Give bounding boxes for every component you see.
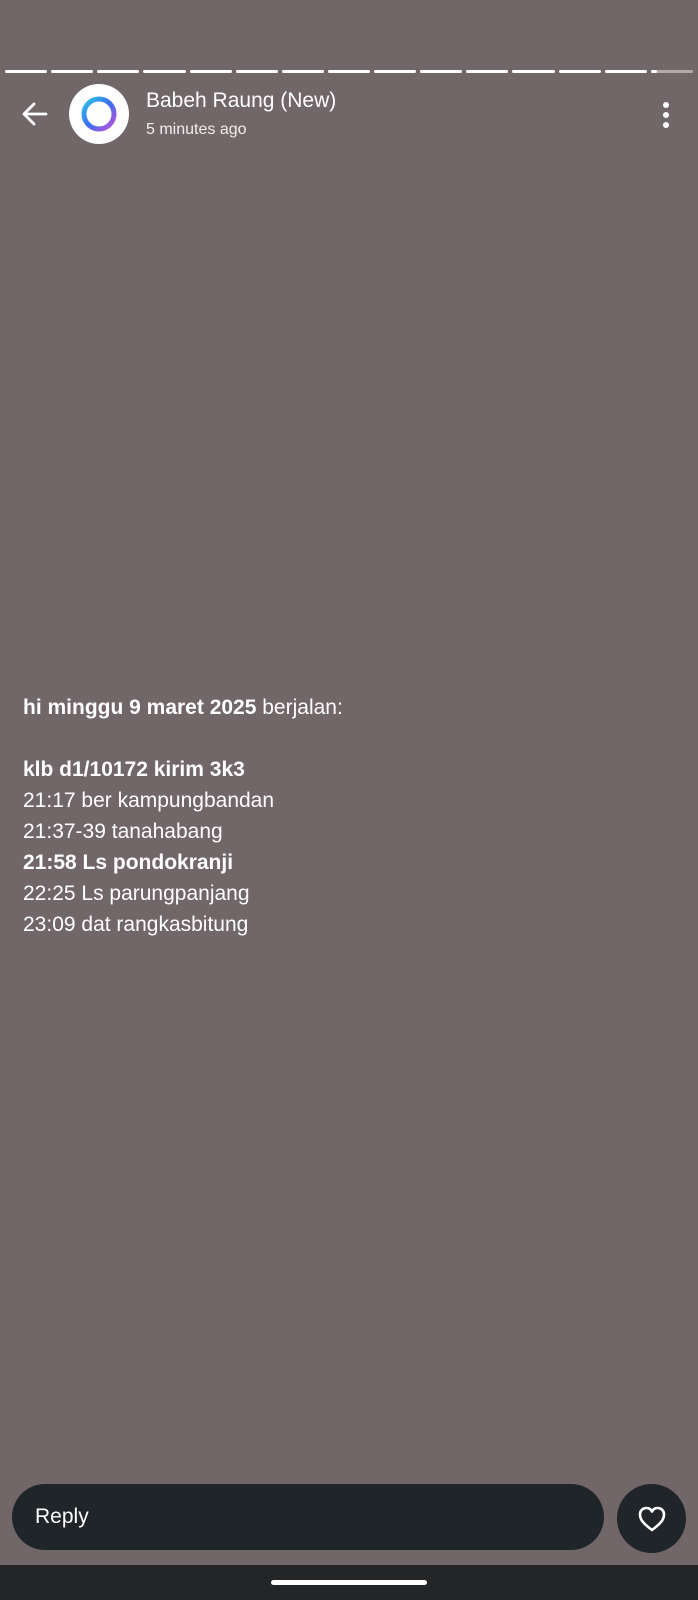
message-text-run: 22:25 Ls parungpanjang xyxy=(23,882,250,905)
progress-segment xyxy=(558,70,601,73)
message-text-run: 23:09 dat rangkasbitung xyxy=(23,913,249,936)
reply-placeholder: Reply xyxy=(35,1505,89,1528)
home-gesture-handle[interactable] xyxy=(271,1580,427,1585)
progress-segment xyxy=(420,70,463,73)
progress-segment xyxy=(51,70,94,73)
progress-segment xyxy=(189,70,232,73)
progress-segment xyxy=(143,70,186,73)
channel-ring-logo xyxy=(81,96,117,132)
post-timestamp: 5 minutes ago xyxy=(146,121,247,138)
message-text-run: 21:17 ber kampungbandan xyxy=(23,789,275,812)
more-vertical-icon xyxy=(663,102,669,128)
progress-segment xyxy=(97,70,140,73)
message-text-run: hi minggu 9 maret 2025 xyxy=(23,696,257,719)
progress-segment xyxy=(5,70,48,73)
status-viewer: Babeh Raung (New) 5 minutes ago hi mingg… xyxy=(0,0,698,1600)
message-line: 21:58 Ls pondokranji xyxy=(23,847,673,878)
message-line: 21:37-39 tanahabang xyxy=(23,816,673,847)
back-button[interactable] xyxy=(16,95,54,133)
back-arrow-icon xyxy=(22,102,48,126)
reply-input[interactable]: Reply xyxy=(12,1484,604,1550)
progress-segment xyxy=(374,70,417,73)
message-text-run: berjalan: xyxy=(256,696,343,719)
story-progress-bar xyxy=(5,70,693,73)
message-line: klb d1/10172 kirim 3k3 xyxy=(23,754,673,785)
like-button[interactable] xyxy=(617,1484,686,1553)
message-line: 21:17 ber kampungbandan xyxy=(23,785,673,816)
message-line: 23:09 dat rangkasbitung xyxy=(23,909,673,940)
message-line: hi minggu 9 maret 2025 berjalan: xyxy=(23,692,673,723)
more-options-button[interactable] xyxy=(648,95,684,135)
message-text-run: 21:58 Ls pondokranji xyxy=(23,851,234,874)
progress-segment xyxy=(604,70,647,73)
channel-avatar[interactable] xyxy=(69,84,129,144)
heart-icon xyxy=(638,1506,665,1531)
progress-segment xyxy=(235,70,278,73)
progress-segment xyxy=(281,70,324,73)
system-navigation-bar xyxy=(0,1565,698,1600)
message-line xyxy=(23,723,673,754)
channel-name[interactable]: Babeh Raung (New) xyxy=(146,89,336,113)
message-text-run: 21:37-39 tanahabang xyxy=(23,820,223,843)
progress-segment xyxy=(466,70,509,73)
message-line: 22:25 Ls parungpanjang xyxy=(23,878,673,909)
status-text: hi minggu 9 maret 2025 berjalan: klb d1/1… xyxy=(23,692,673,940)
progress-segment xyxy=(512,70,555,73)
progress-segment xyxy=(327,70,371,73)
message-text-run: klb d1/10172 kirim 3k3 xyxy=(23,758,245,781)
progress-segment xyxy=(650,70,693,73)
